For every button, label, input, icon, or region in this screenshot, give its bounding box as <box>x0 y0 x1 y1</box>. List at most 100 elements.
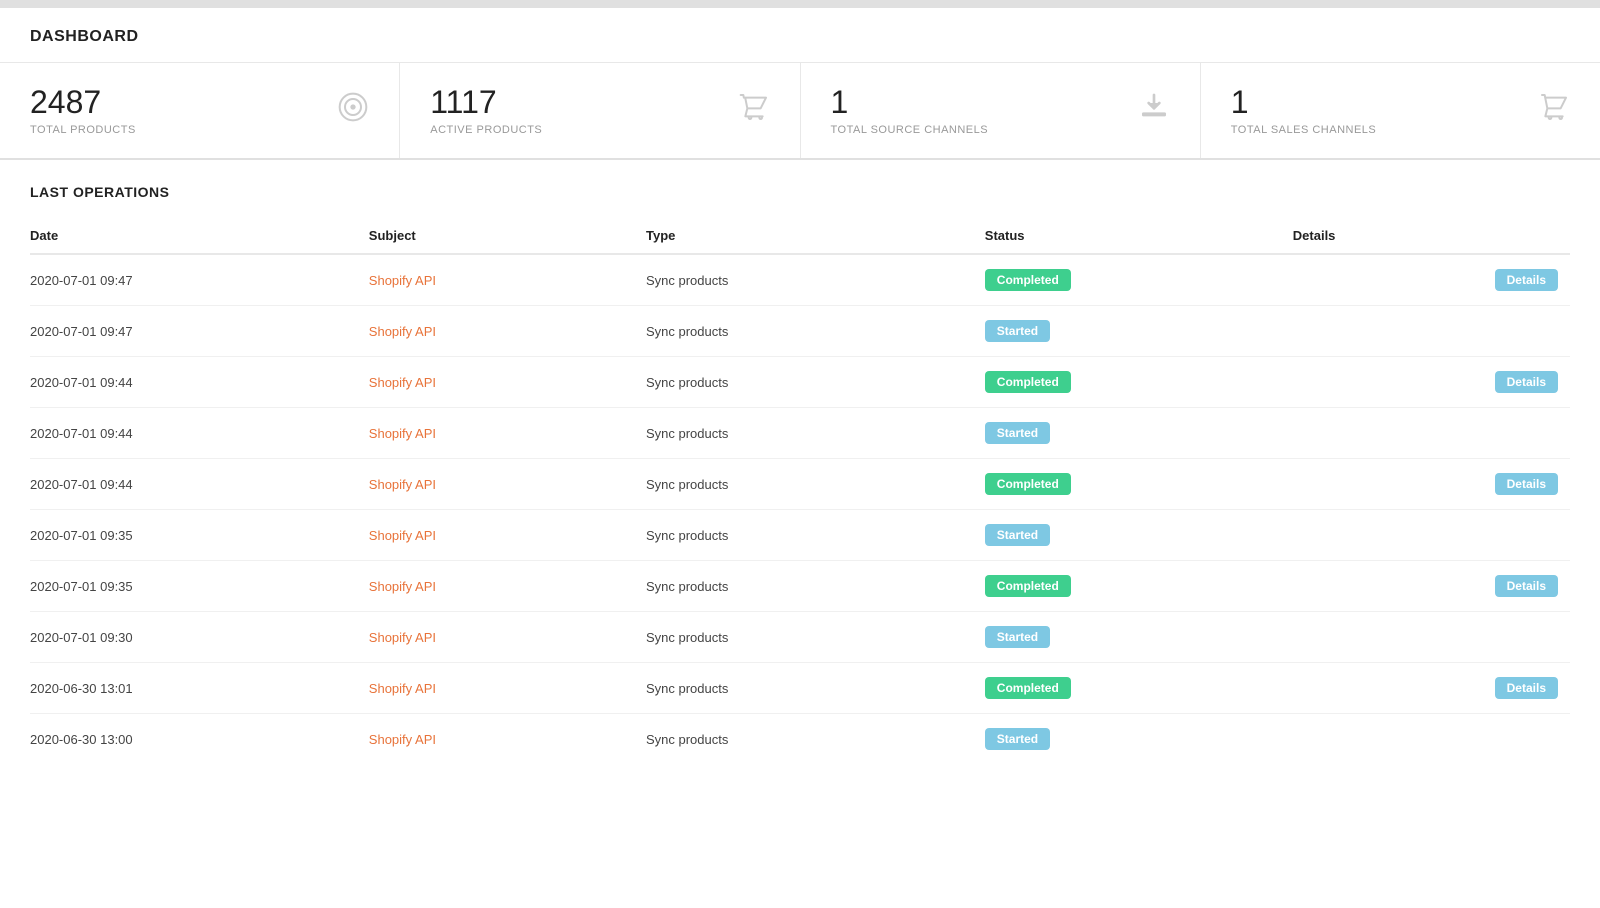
status-badge: Started <box>985 320 1050 342</box>
details-button[interactable]: Details <box>1495 677 1558 699</box>
cell-subject: Shopify API <box>369 612 646 663</box>
subject-link[interactable]: Shopify API <box>369 324 436 339</box>
cell-details: Details <box>1293 561 1570 612</box>
cell-details <box>1293 510 1570 561</box>
last-operations-section: LAST OPERATIONS Date Subject Type Status… <box>0 160 1600 788</box>
cell-date: 2020-07-01 09:35 <box>30 561 369 612</box>
table-row: 2020-07-01 09:35 Shopify API Sync produc… <box>30 510 1570 561</box>
page-wrapper: DASHBOARD 2487 TOTAL PRODUCTS 1117 ACTIV… <box>0 8 1600 908</box>
active-products-label: ACTIVE PRODUCTS <box>430 124 542 136</box>
download-icon <box>1138 91 1170 130</box>
status-badge: Completed <box>985 371 1071 393</box>
cell-date: 2020-07-01 09:44 <box>30 408 369 459</box>
cell-type: Sync products <box>646 714 985 765</box>
cell-date: 2020-07-01 09:47 <box>30 254 369 306</box>
status-badge: Completed <box>985 575 1071 597</box>
stat-card-total-source-channels: 1 TOTAL SOURCE CHANNELS <box>801 63 1201 158</box>
cell-type: Sync products <box>646 254 985 306</box>
cell-type: Sync products <box>646 561 985 612</box>
cell-status: Started <box>985 612 1293 663</box>
cell-date: 2020-06-30 13:00 <box>30 714 369 765</box>
details-button[interactable]: Details <box>1495 473 1558 495</box>
subject-link[interactable]: Shopify API <box>369 681 436 696</box>
stat-content-sales-channels: 1 TOTAL SALES CHANNELS <box>1231 85 1377 136</box>
status-badge: Completed <box>985 269 1071 291</box>
stats-bar: 2487 TOTAL PRODUCTS 1117 ACTIVE PRODUCTS <box>0 63 1600 160</box>
details-button[interactable]: Details <box>1495 269 1558 291</box>
source-channels-label: TOTAL SOURCE CHANNELS <box>831 124 989 136</box>
cell-date: 2020-07-01 09:44 <box>30 459 369 510</box>
table-row: 2020-07-01 09:44 Shopify API Sync produc… <box>30 459 1570 510</box>
table-row: 2020-06-30 13:01 Shopify API Sync produc… <box>30 663 1570 714</box>
table-row: 2020-07-01 09:47 Shopify API Sync produc… <box>30 306 1570 357</box>
details-button[interactable]: Details <box>1495 371 1558 393</box>
cell-subject: Shopify API <box>369 254 646 306</box>
cell-details <box>1293 408 1570 459</box>
subject-link[interactable]: Shopify API <box>369 477 436 492</box>
col-header-details: Details <box>1293 220 1570 254</box>
active-products-number: 1117 <box>430 85 542 120</box>
subject-link[interactable]: Shopify API <box>369 732 436 747</box>
cell-subject: Shopify API <box>369 408 646 459</box>
stat-card-total-products: 2487 TOTAL PRODUCTS <box>0 63 400 158</box>
cell-subject: Shopify API <box>369 714 646 765</box>
col-header-subject: Subject <box>369 220 646 254</box>
cell-type: Sync products <box>646 459 985 510</box>
cell-details <box>1293 612 1570 663</box>
cell-status: Completed <box>985 357 1293 408</box>
status-badge: Started <box>985 626 1050 648</box>
cart-icon <box>738 91 770 130</box>
cell-date: 2020-07-01 09:35 <box>30 510 369 561</box>
cell-subject: Shopify API <box>369 306 646 357</box>
cell-type: Sync products <box>646 612 985 663</box>
cell-type: Sync products <box>646 408 985 459</box>
stat-content-active-products: 1117 ACTIVE PRODUCTS <box>430 85 542 136</box>
subject-link[interactable]: Shopify API <box>369 375 436 390</box>
table-row: 2020-07-01 09:44 Shopify API Sync produc… <box>30 408 1570 459</box>
cell-status: Started <box>985 408 1293 459</box>
cell-status: Completed <box>985 254 1293 306</box>
subject-link[interactable]: Shopify API <box>369 273 436 288</box>
cell-details: Details <box>1293 254 1570 306</box>
operations-table: Date Subject Type Status Details 2020-07… <box>30 220 1570 764</box>
cell-details <box>1293 714 1570 765</box>
cell-type: Sync products <box>646 663 985 714</box>
cell-status: Completed <box>985 459 1293 510</box>
stat-card-total-sales-channels: 1 TOTAL SALES CHANNELS <box>1201 63 1600 158</box>
sales-icon <box>1538 91 1570 130</box>
status-badge: Completed <box>985 473 1071 495</box>
cell-status: Completed <box>985 561 1293 612</box>
cell-date: 2020-06-30 13:01 <box>30 663 369 714</box>
cell-details <box>1293 306 1570 357</box>
cell-subject: Shopify API <box>369 663 646 714</box>
cell-status: Started <box>985 306 1293 357</box>
cell-type: Sync products <box>646 306 985 357</box>
table-header: Date Subject Type Status Details <box>30 220 1570 254</box>
col-header-status: Status <box>985 220 1293 254</box>
status-badge: Started <box>985 422 1050 444</box>
details-button[interactable]: Details <box>1495 575 1558 597</box>
subject-link[interactable]: Shopify API <box>369 528 436 543</box>
status-badge: Started <box>985 728 1050 750</box>
stat-content-total-products: 2487 TOTAL PRODUCTS <box>30 85 136 136</box>
cell-details: Details <box>1293 663 1570 714</box>
subject-link[interactable]: Shopify API <box>369 579 436 594</box>
cell-date: 2020-07-01 09:47 <box>30 306 369 357</box>
stat-content-source-channels: 1 TOTAL SOURCE CHANNELS <box>831 85 989 136</box>
total-products-label: TOTAL PRODUCTS <box>30 124 136 136</box>
cell-details: Details <box>1293 357 1570 408</box>
stat-card-active-products: 1117 ACTIVE PRODUCTS <box>400 63 800 158</box>
cell-status: Completed <box>985 663 1293 714</box>
sales-channels-number: 1 <box>1231 85 1377 120</box>
cell-subject: Shopify API <box>369 561 646 612</box>
subject-link[interactable]: Shopify API <box>369 426 436 441</box>
subject-link[interactable]: Shopify API <box>369 630 436 645</box>
table-row: 2020-07-01 09:35 Shopify API Sync produc… <box>30 561 1570 612</box>
cell-status: Started <box>985 510 1293 561</box>
col-header-type: Type <box>646 220 985 254</box>
status-badge: Started <box>985 524 1050 546</box>
source-channels-number: 1 <box>831 85 989 120</box>
sales-channels-label: TOTAL SALES CHANNELS <box>1231 124 1377 136</box>
cell-type: Sync products <box>646 510 985 561</box>
top-bar <box>0 0 1600 8</box>
